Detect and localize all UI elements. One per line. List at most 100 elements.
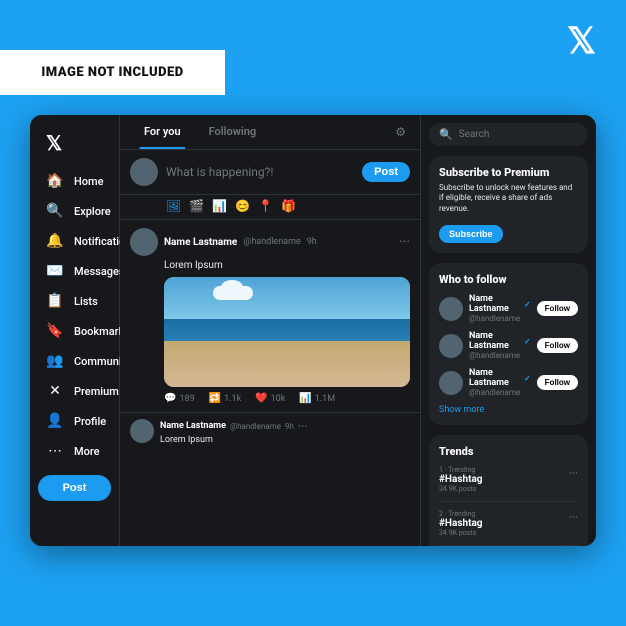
- like-icon: ❤️: [255, 393, 267, 404]
- watermark-text: IMAGE NOT INCLUDED: [41, 65, 183, 80]
- views-icon: 📊: [299, 393, 311, 404]
- compose-avatar: [130, 158, 158, 186]
- follow-handle-1: @handlename: [469, 314, 531, 323]
- search-icon: 🔍: [439, 128, 453, 141]
- home-icon: 🏠: [46, 173, 64, 189]
- trend-item-1[interactable]: ··· 1 · Trending #Hashtag 34.9K posts: [439, 466, 578, 502]
- lists-icon: 📋: [46, 293, 64, 309]
- trend-more-1[interactable]: ···: [569, 466, 578, 480]
- sidebar-item-messages[interactable]: ✉️ Messages: [38, 257, 111, 285]
- sidebar-item-lists[interactable]: 📋 Lists: [38, 287, 111, 315]
- verified-badge-1: ✓: [524, 300, 531, 309]
- explore-icon: 🔍: [46, 203, 64, 219]
- follow-handle-3: @handlename: [469, 388, 531, 397]
- sidebar-item-premium[interactable]: ✕ Premium: [38, 377, 111, 405]
- sidebar-label-profile: Profile: [74, 415, 106, 428]
- bookmarks-icon: 🔖: [46, 323, 64, 339]
- follow-avatar-2: [439, 334, 463, 358]
- tab-for-you[interactable]: For you: [130, 115, 195, 149]
- post-button[interactable]: Post: [38, 475, 111, 501]
- tweet-1-retweet[interactable]: 🔁 1.1k: [209, 393, 242, 404]
- follow-item-2: Name Lastname ✓ @handlename Follow: [439, 331, 578, 360]
- search-placeholder: Search: [459, 129, 490, 140]
- tweet-1-actions: 💬 189 🔁 1.1k ❤️ 10k 📊 1.1M: [164, 393, 410, 404]
- retweet-icon: 🔁: [209, 393, 221, 404]
- sidebar-item-more[interactable]: ⋯ More: [38, 437, 111, 465]
- premium-subscribe-button[interactable]: Subscribe: [439, 225, 503, 243]
- sidebar-item-bookmarks[interactable]: 🔖 Bookmarks: [38, 317, 111, 345]
- follow-item-1: Name Lastname ✓ @handlename Follow: [439, 294, 578, 323]
- compose-placeholder[interactable]: What is happening?!: [166, 165, 354, 179]
- trends-title: Trends: [439, 445, 578, 458]
- follow-info-1: Name Lastname ✓ @handlename: [469, 294, 531, 323]
- follow-avatar-1: [439, 297, 463, 321]
- show-more-link[interactable]: Show more: [439, 405, 578, 415]
- compose-box: What is happening?! Post: [120, 150, 420, 195]
- tweet-2: Name Lastname @handlename 9h ··· Lorem I…: [120, 413, 420, 451]
- feed-settings-icon[interactable]: ⚙: [391, 115, 410, 149]
- trends-box: Trends ··· 1 · Trending #Hashtag 34.9K p…: [429, 435, 588, 546]
- compose-post-button[interactable]: Post: [362, 162, 410, 182]
- trend-hashtag-2: #Hashtag: [439, 518, 578, 529]
- notifications-icon: 🔔: [46, 233, 64, 249]
- premium-description: Subscribe to unlock new features and if …: [439, 183, 578, 214]
- tab-following[interactable]: Following: [195, 115, 270, 149]
- tweet-2-more[interactable]: ···: [298, 419, 307, 433]
- sidebar-item-home[interactable]: 🏠 Home: [38, 167, 111, 195]
- follow-avatar-3: [439, 371, 463, 395]
- sidebar-item-profile[interactable]: 👤 Profile: [38, 407, 111, 435]
- tweet-2-avatar: [130, 419, 154, 443]
- tweet-1-reply[interactable]: 💬 189: [164, 393, 195, 404]
- views-count: 1.1M: [315, 394, 335, 404]
- right-sidebar: 🔍 Search Subscribe to Premium Subscribe …: [421, 115, 596, 546]
- premium-box: Subscribe to Premium Subscribe to unlock…: [429, 156, 588, 253]
- tweet-1: Name Lastname @handlename 9h ··· Lorem I…: [120, 220, 420, 413]
- sidebar-label-explore: Explore: [74, 205, 111, 218]
- sidebar-label-more: More: [74, 445, 100, 458]
- compose-emoji-icon[interactable]: 😊: [235, 199, 250, 213]
- trend-posts-1: 34.9K posts: [439, 485, 578, 493]
- watermark-banner: IMAGE NOT INCLUDED: [0, 50, 225, 95]
- reply-icon: 💬: [164, 393, 176, 404]
- beach-sea: [164, 319, 410, 343]
- tweet-1-views[interactable]: 📊 1.1M: [299, 393, 335, 404]
- sidebar-x-logo: 𝕏: [38, 125, 111, 161]
- feed: For you Following ⚙ What is happening?! …: [120, 115, 421, 546]
- trend-posts-2: 34.9K posts: [439, 529, 578, 537]
- follow-item-3: Name Lastname ✓ @handlename Follow: [439, 368, 578, 397]
- tweet-1-header: Name Lastname @handlename 9h ···: [130, 228, 410, 256]
- follow-button-2[interactable]: Follow: [537, 338, 578, 353]
- compose-location-icon[interactable]: 📍: [258, 199, 273, 213]
- follow-name-1: Name Lastname ✓: [469, 294, 531, 314]
- verified-badge-2: ✓: [524, 337, 531, 346]
- sidebar-item-communities[interactable]: 👥 Communities: [38, 347, 111, 375]
- tweet-1-image: [164, 277, 410, 387]
- compose-gift-icon[interactable]: 🎁: [281, 199, 296, 213]
- sidebar-label-lists: Lists: [74, 295, 98, 308]
- trend-hashtag-1: #Hashtag: [439, 474, 578, 485]
- feed-header: For you Following ⚙: [120, 115, 420, 150]
- compose-image-icon[interactable]: 🖼: [166, 199, 181, 213]
- follow-button-1[interactable]: Follow: [537, 301, 578, 316]
- follow-handle-2: @handlename: [469, 351, 531, 360]
- tweet-2-time: 9h: [285, 422, 294, 431]
- follow-button-3[interactable]: Follow: [537, 375, 578, 390]
- reply-count: 189: [179, 394, 194, 404]
- tweet-1-handle: @handlename: [243, 237, 300, 247]
- compose-video-icon[interactable]: 🎬: [189, 199, 204, 213]
- trend-category-1: 1 · Trending: [439, 466, 578, 474]
- trend-item-2[interactable]: ··· 2 · Trending #Hashtag 34.9K posts: [439, 510, 578, 546]
- trend-more-2[interactable]: ···: [569, 510, 578, 524]
- compose-poll-icon[interactable]: 📊: [212, 199, 227, 213]
- beach-cloud: [213, 286, 253, 300]
- search-bar[interactable]: 🔍 Search: [429, 123, 588, 146]
- sidebar-item-explore[interactable]: 🔍 Explore: [38, 197, 111, 225]
- sidebar: 𝕏 🏠 Home 🔍 Explore 🔔 Notifications ✉️ Me…: [30, 115, 120, 546]
- follow-info-2: Name Lastname ✓ @handlename: [469, 331, 531, 360]
- tweet-1-like[interactable]: ❤️ 10k: [255, 393, 285, 404]
- trend-category-2: 2 · Trending: [439, 510, 578, 518]
- sidebar-label-home: Home: [74, 175, 104, 188]
- tweet-1-more[interactable]: ···: [399, 234, 410, 250]
- x-logo-symbol: 𝕏: [567, 20, 596, 62]
- sidebar-item-notifications[interactable]: 🔔 Notifications: [38, 227, 111, 255]
